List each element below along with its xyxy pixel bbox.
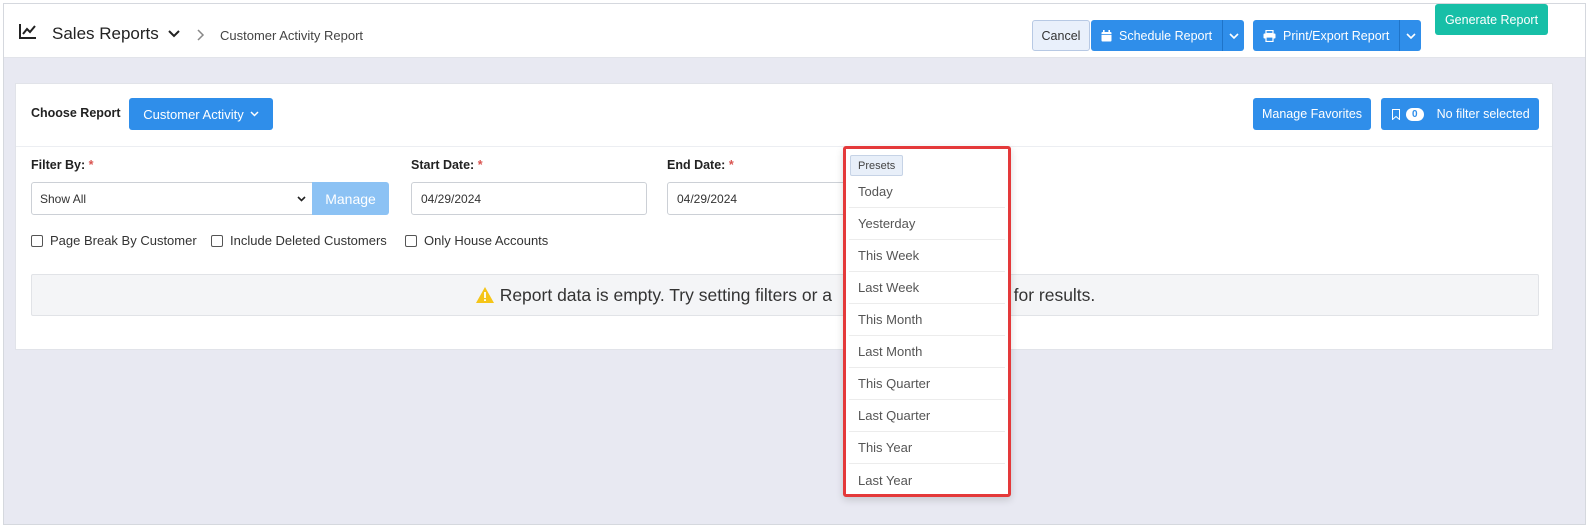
- filter-status-label: No filter selected: [1436, 107, 1530, 121]
- house-accounts-checkbox[interactable]: Only House Accounts: [405, 233, 548, 248]
- chevron-down-icon: [250, 111, 259, 117]
- printer-icon: [1263, 29, 1276, 42]
- required-mark: *: [477, 158, 483, 172]
- divider: [16, 146, 1552, 147]
- end-date-label-text: End Date:: [667, 158, 726, 172]
- bookmark-icon: [1392, 108, 1400, 120]
- end-date-label: End Date: *: [667, 158, 734, 172]
- filter-status-button[interactable]: 0 No filter selected: [1381, 98, 1539, 130]
- chevron-down-icon: [297, 196, 306, 202]
- end-date-input[interactable]: [667, 182, 847, 215]
- required-mark: *: [88, 158, 94, 172]
- preset-last-quarter[interactable]: Last Quarter: [849, 400, 1005, 432]
- start-date-label: Start Date: *: [411, 158, 483, 172]
- schedule-report-label: Schedule Report: [1119, 28, 1213, 43]
- manage-favorites-button[interactable]: Manage Favorites: [1253, 98, 1371, 130]
- checkbox[interactable]: [31, 234, 43, 247]
- choose-report-label: Choose Report: [31, 106, 121, 120]
- checkbox-label: Page Break By Customer: [50, 233, 197, 248]
- schedule-report-dropdown-toggle[interactable]: [1222, 20, 1245, 51]
- print-export-dropdown-toggle[interactable]: [1399, 20, 1422, 51]
- chevron-down-icon: [1229, 32, 1239, 39]
- filter-by-select[interactable]: Show All: [31, 182, 313, 215]
- preset-today[interactable]: Today: [849, 176, 1005, 208]
- preset-last-month[interactable]: Last Month: [849, 336, 1005, 368]
- presets-tag: Presets: [850, 155, 904, 176]
- filter-by-label: Filter By: *: [31, 158, 94, 172]
- filter-count-badge: 0: [1406, 107, 1424, 121]
- choose-report-dropdown[interactable]: Customer Activity: [129, 98, 273, 130]
- preset-this-week[interactable]: This Week: [849, 240, 1005, 272]
- page-break-checkbox[interactable]: Page Break By Customer: [31, 233, 197, 248]
- chevron-down-icon[interactable]: [168, 30, 180, 38]
- include-deleted-checkbox[interactable]: Include Deleted Customers: [211, 233, 387, 248]
- required-mark: *: [728, 158, 734, 172]
- generate-report-button[interactable]: Generate Report: [1435, 4, 1548, 35]
- start-date-label-text: Start Date:: [411, 158, 475, 172]
- chevron-right-icon: [197, 29, 205, 41]
- cancel-button[interactable]: Cancel: [1032, 20, 1090, 51]
- start-date-input[interactable]: [411, 182, 647, 215]
- print-export-split-button: Print/Export Report: [1253, 20, 1422, 51]
- line-chart-icon: [19, 24, 36, 39]
- checkbox[interactable]: [211, 234, 223, 247]
- breadcrumb: Customer Activity Report: [220, 28, 364, 43]
- filter-by-label-text: Filter By:: [31, 158, 86, 172]
- print-export-label: Print/Export Report: [1283, 28, 1390, 43]
- empty-message-end: e for results.: [999, 284, 1096, 305]
- preset-list: Today Yesterday This Week Last Week This…: [849, 176, 1005, 496]
- print-export-button[interactable]: Print/Export Report: [1253, 20, 1400, 51]
- checkbox[interactable]: [405, 234, 417, 247]
- checkbox-label: Include Deleted Customers: [230, 233, 387, 248]
- chevron-down-icon: [1406, 32, 1416, 39]
- preset-this-year[interactable]: This Year: [849, 432, 1005, 464]
- preset-this-quarter[interactable]: This Quarter: [849, 368, 1005, 400]
- calendar-icon: [1101, 29, 1112, 41]
- top-bar: Sales Reports Customer Activity Report C…: [4, 4, 1585, 58]
- page-title: Sales Reports: [52, 24, 159, 43]
- checkbox-label: Only House Accounts: [424, 233, 549, 248]
- report-settings-card: Choose Report Customer Activity Manage F…: [15, 83, 1553, 350]
- preset-last-year[interactable]: Last Year: [849, 464, 1005, 496]
- preset-yesterday[interactable]: Yesterday: [849, 208, 1005, 240]
- selected-report-label: Customer Activity: [143, 106, 244, 122]
- filter-by-value: Show All: [40, 192, 87, 206]
- schedule-report-button[interactable]: Schedule Report: [1091, 20, 1223, 51]
- schedule-report-split-button: Schedule Report: [1091, 20, 1245, 51]
- preset-this-month[interactable]: This Month: [849, 304, 1005, 336]
- empty-report-alert: Report data is empty. Try setting filter…: [31, 274, 1539, 316]
- date-presets-dropdown: Presets Today Yesterday This Week Last W…: [843, 146, 1011, 497]
- empty-message-start: Report data is empty. Try setting filter…: [499, 284, 832, 305]
- preset-last-week[interactable]: Last Week: [849, 272, 1005, 304]
- manage-filter-button[interactable]: Manage: [312, 182, 389, 215]
- warning-icon: [475, 287, 494, 303]
